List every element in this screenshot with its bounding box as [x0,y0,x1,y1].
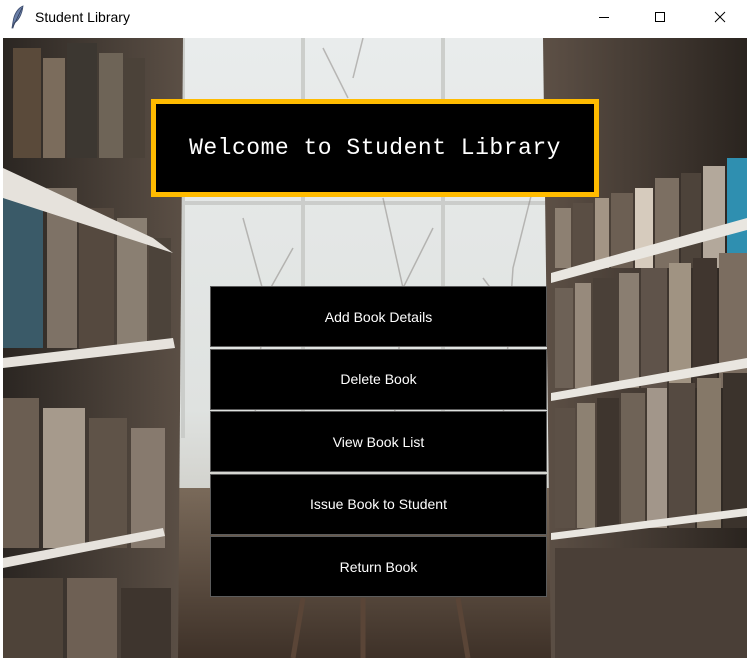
feather-icon [11,5,24,29]
delete-book-button[interactable]: Delete Book [210,348,547,410]
welcome-heading: Welcome to Student Library [189,135,561,161]
return-book-button[interactable]: Return Book [210,536,547,597]
view-book-list-button[interactable]: View Book List [210,411,547,472]
app-window: Student Library Welcome to Student Libra… [0,0,750,661]
maximize-button[interactable] [637,0,683,34]
maximize-icon [655,12,665,22]
close-icon [714,11,726,23]
title-bar[interactable]: Student Library [0,0,750,34]
welcome-heading-box: Welcome to Student Library [156,104,594,192]
menu-buttons: Add Book Details Delete Book View Book L… [210,286,547,599]
close-button[interactable] [697,0,743,34]
window-title: Student Library [35,9,130,25]
issue-book-to-student-button[interactable]: Issue Book to Student [210,473,547,535]
add-book-details-button[interactable]: Add Book Details [210,286,547,347]
welcome-heading-frame: Welcome to Student Library [151,99,599,197]
minimize-button[interactable] [581,0,627,34]
minimize-icon [599,17,609,18]
main-canvas: Welcome to Student Library Add Book Deta… [3,38,747,658]
